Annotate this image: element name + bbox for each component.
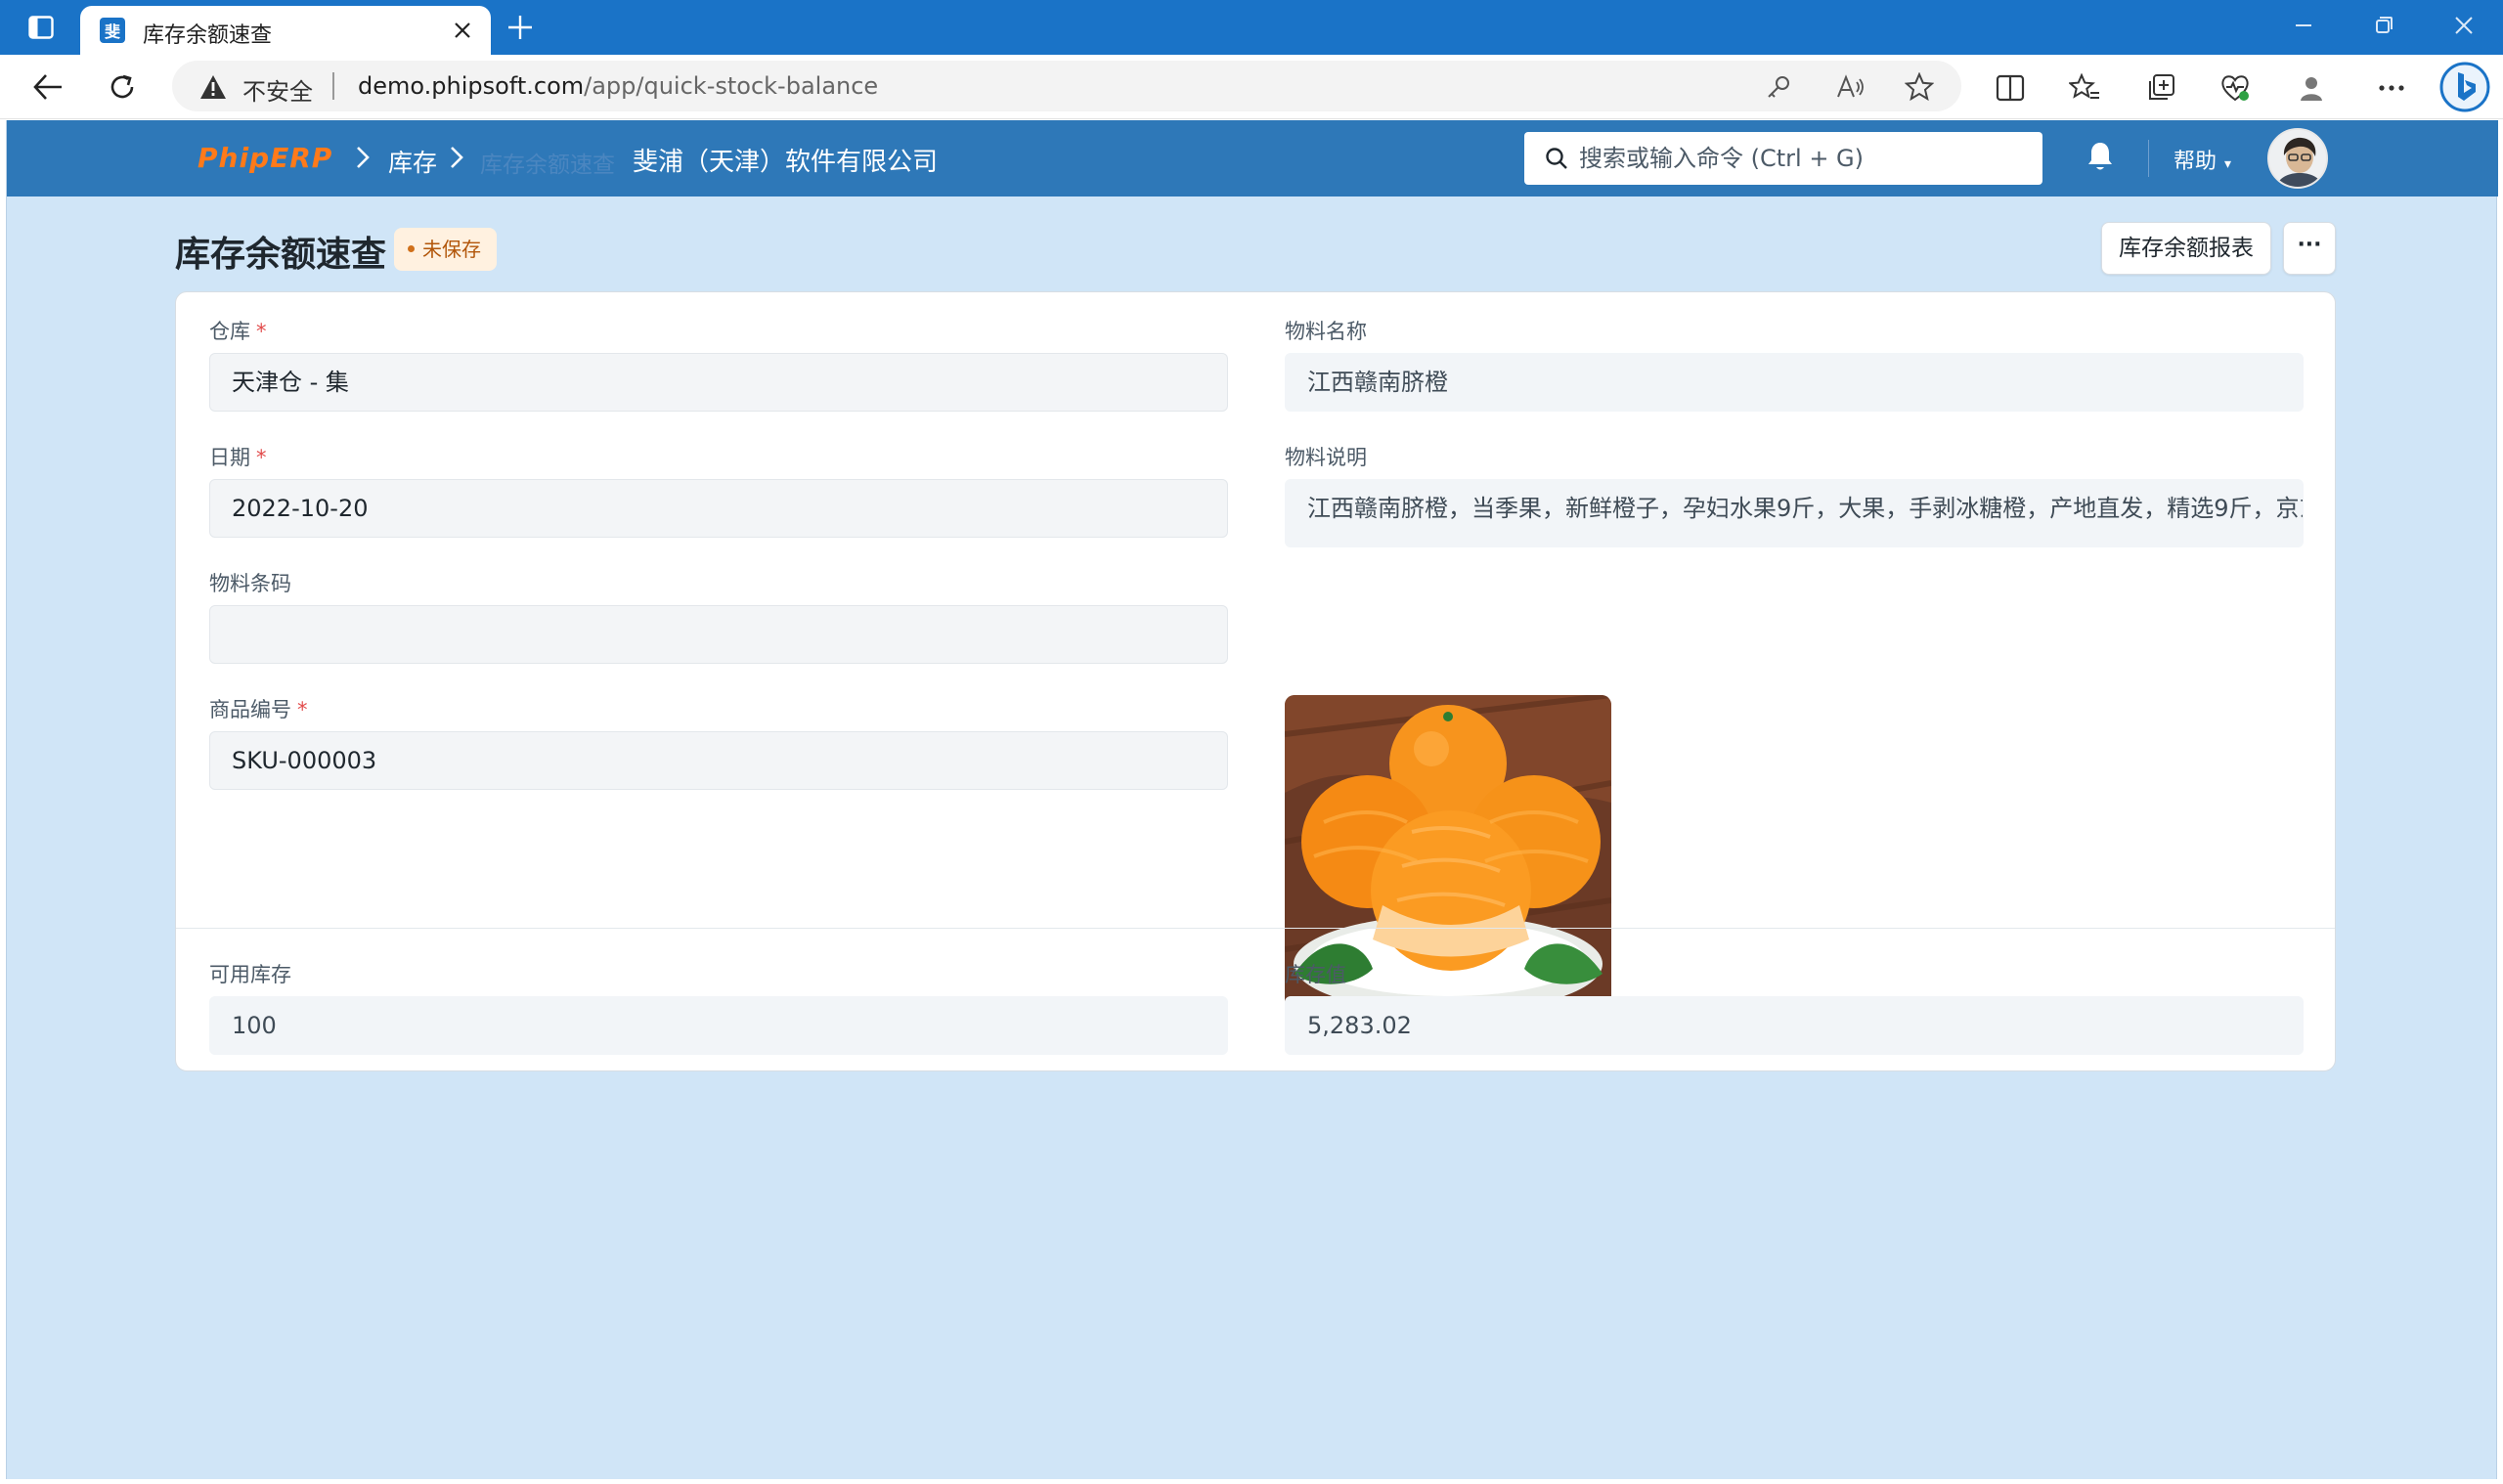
read-aloud-icon[interactable] (1834, 70, 1867, 104)
stock-value-field: 5,283.02 (1285, 996, 2304, 1055)
more-actions-button[interactable]: ··· (2283, 222, 2336, 275)
collections-icon[interactable] (2139, 66, 2182, 109)
close-window-icon[interactable] (2435, 8, 2493, 47)
help-label: 帮助 (2174, 150, 2218, 174)
search-icon (1544, 146, 1569, 175)
url-separator (332, 72, 334, 100)
address-bar[interactable]: 不安全 demo.phipsoft.com/app/quick-stock-ba… (172, 61, 1961, 111)
item-name-field: 江西赣南脐橙 (1285, 353, 2304, 412)
item-description-label: 物料说明 (1285, 446, 1367, 469)
breadcrumb-stock[interactable]: 库存 (388, 144, 437, 179)
date-field[interactable]: 2022-10-20 (209, 479, 1228, 538)
copilot-icon[interactable] (2438, 61, 2491, 113)
stock-value-label: 库存值 (1285, 963, 1346, 986)
available-qty-field: 100 (209, 996, 1228, 1055)
required-mark: * (256, 320, 267, 343)
awesome-bar[interactable] (1524, 132, 2042, 185)
minimize-icon[interactable] (2274, 8, 2333, 47)
date-label-text: 日期 (209, 446, 250, 469)
browser-toolbar: 不安全 demo.phipsoft.com/app/quick-stock-ba… (0, 55, 2503, 119)
item-description-field: 江西赣南脐橙，当季果，新鲜橙子，孕妇水果9斤，大果，手剥冰糖橙，产地直发，精选9… (1285, 479, 2304, 547)
barcode-label: 物料条码 (209, 572, 291, 595)
item-code-field[interactable]: SKU-000003 (209, 731, 1228, 790)
warning-icon[interactable] (199, 74, 227, 104)
restore-icon[interactable] (2354, 8, 2413, 47)
notification-bell-icon[interactable] (2086, 140, 2115, 177)
profile-icon[interactable] (2290, 66, 2333, 109)
warehouse-field[interactable]: 天津仓 - 集 (209, 353, 1228, 412)
browser-essentials-icon[interactable] (2214, 66, 2257, 109)
browser-tab-active[interactable]: 斐 库存余额速查 (80, 6, 491, 55)
tab-title: 库存余额速查 (143, 23, 273, 48)
barcode-field[interactable] (209, 605, 1228, 664)
app-root: PhipERP 库存 库存余额速查 斐浦（天津）软件有限公司 帮助 ▾ (6, 120, 2498, 1479)
available-qty-label: 可用库存 (209, 963, 291, 986)
new-tab-icon[interactable] (501, 8, 540, 47)
tab-close-icon[interactable] (448, 16, 477, 45)
form-card: 仓库 * 天津仓 - 集 日期 * 2022-10-20 物料条码 商品编号 * SK… (175, 291, 2336, 1071)
refresh-icon[interactable] (100, 65, 145, 109)
item-code-label-text: 商品编号 (209, 698, 291, 721)
chevron-right-icon (355, 144, 371, 178)
browser-titlebar: 斐 库存余额速查 (0, 0, 2503, 55)
required-mark: * (256, 446, 267, 469)
breadcrumb-current[interactable]: 库存余额速查 (480, 146, 615, 179)
item-name-label: 物料名称 (1285, 320, 1367, 343)
warehouse-label: 仓库 * (209, 316, 267, 345)
tab-favicon-icon: 斐 (100, 18, 125, 43)
key-icon[interactable] (1762, 70, 1795, 104)
section-divider (176, 928, 2335, 929)
status-badge-label: 未保存 (422, 238, 481, 261)
favorites-icon[interactable] (2063, 66, 2106, 109)
more-menu-icon[interactable] (2370, 66, 2413, 109)
app-logo[interactable]: PhipERP (198, 142, 332, 174)
item-code-label: 商品编号 * (209, 694, 308, 723)
date-label: 日期 * (209, 442, 267, 471)
app-navbar: PhipERP 库存 库存余额速查 斐浦（天津）软件有限公司 帮助 ▾ (7, 120, 2498, 196)
chevron-down-icon: ▾ (2224, 156, 2232, 172)
sidebar-toggle-icon[interactable] (22, 12, 61, 43)
warehouse-label-text: 仓库 (209, 320, 250, 343)
favorite-star-icon[interactable] (1903, 70, 1936, 104)
chevron-right-icon (449, 144, 464, 178)
required-mark: * (297, 698, 308, 721)
status-badge: 未保存 (394, 228, 497, 271)
status-dot (408, 245, 415, 252)
navbar-divider (2148, 140, 2149, 177)
split-screen-icon[interactable] (1989, 66, 2032, 109)
stock-balance-report-button[interactable]: 库存余额报表 (2101, 222, 2271, 275)
security-label[interactable]: 不安全 (242, 72, 313, 107)
help-dropdown[interactable]: 帮助 ▾ (2174, 144, 2231, 175)
url-path: /app/quick-stock-balance (584, 72, 879, 100)
back-arrow-icon[interactable] (25, 65, 70, 109)
url-text[interactable]: demo.phipsoft.com/app/quick-stock-balanc… (358, 72, 878, 100)
user-avatar[interactable] (2267, 128, 2328, 189)
url-host: demo.phipsoft.com (358, 72, 585, 100)
search-input[interactable] (1579, 132, 2029, 185)
company-name[interactable]: 斐浦（天津）软件有限公司 (633, 142, 938, 178)
page-title: 库存余额速查 (175, 235, 387, 275)
